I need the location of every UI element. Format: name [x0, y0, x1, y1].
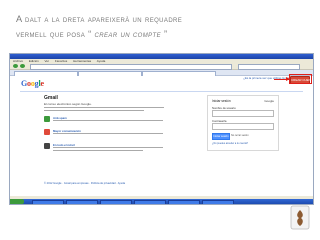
- shield-icon: [44, 116, 50, 122]
- text-line: [53, 120, 163, 122]
- signin-header: Iniciar sesión: [212, 99, 231, 103]
- arrow-head-icon: [286, 77, 290, 81]
- taskbar-item[interactable]: [202, 200, 234, 204]
- title-suffix: ”: [161, 29, 168, 39]
- footer-link: © 2012 Google: [44, 182, 62, 185]
- google-brand: Google: [264, 99, 274, 103]
- text-line: [53, 147, 163, 149]
- browser-screenshot: Archivo Edición Ver Favoritos Herramient…: [9, 53, 314, 205]
- taskbar-item[interactable]: [32, 200, 64, 204]
- google-logo: Google: [21, 79, 44, 88]
- taskbar-item[interactable]: [168, 200, 200, 204]
- browser-toolbar: [10, 63, 313, 70]
- text-line: [44, 107, 164, 109]
- taskbar-item[interactable]: [100, 200, 132, 204]
- red-highlight-box: [289, 74, 312, 84]
- gmail-title: Gmail: [44, 95, 58, 101]
- title-italic: crear un compte: [91, 29, 162, 39]
- taskbar: [10, 199, 313, 204]
- slide-title: A dalt a la dreta apareixerà un requadre…: [16, 12, 296, 42]
- taskbar-item[interactable]: [66, 200, 98, 204]
- keep-signed-in-checkbox[interactable]: No cerrar sesión: [231, 134, 249, 137]
- footer-link[interactable]: Ayuda: [118, 182, 125, 185]
- slide-title-line-1: A dalt a la dreta apareixerà un requadre: [16, 14, 183, 24]
- mobile-icon: [44, 143, 50, 149]
- gmail-subtitle: El correo electrónico según Google.: [44, 102, 92, 106]
- divider: [20, 91, 303, 92]
- slide-decoration-icon: [290, 205, 310, 230]
- footer-link[interactable]: Política de privacidad: [91, 182, 116, 185]
- footer-links: © 2012 Google · Gmail para empresas · Po…: [44, 182, 126, 185]
- signin-button[interactable]: Iniciar sesión: [212, 133, 230, 140]
- text-line: [44, 110, 144, 112]
- signin-box: Iniciar sesión Google Nombre de usuario …: [207, 95, 279, 151]
- chat-icon: [44, 129, 50, 135]
- forward-icon[interactable]: [20, 64, 25, 68]
- text-line: [53, 150, 143, 152]
- back-icon[interactable]: [13, 64, 18, 68]
- text-line: [53, 133, 163, 135]
- start-button[interactable]: [10, 199, 24, 204]
- title-prefix: vermell que posa “: [16, 29, 92, 39]
- email-field[interactable]: [212, 110, 274, 117]
- google-bar: ¿Es la primera vez que utilizas Gmail?: [10, 76, 313, 81]
- password-field[interactable]: [212, 123, 274, 130]
- help-link[interactable]: ¿No puedes acceder a tu cuenta?: [212, 142, 248, 145]
- footer-link[interactable]: Gmail para empresas: [64, 182, 89, 185]
- slide-title-line-2: vermell que posa “ crear un compte ”: [16, 27, 296, 42]
- taskbar-item[interactable]: [134, 200, 166, 204]
